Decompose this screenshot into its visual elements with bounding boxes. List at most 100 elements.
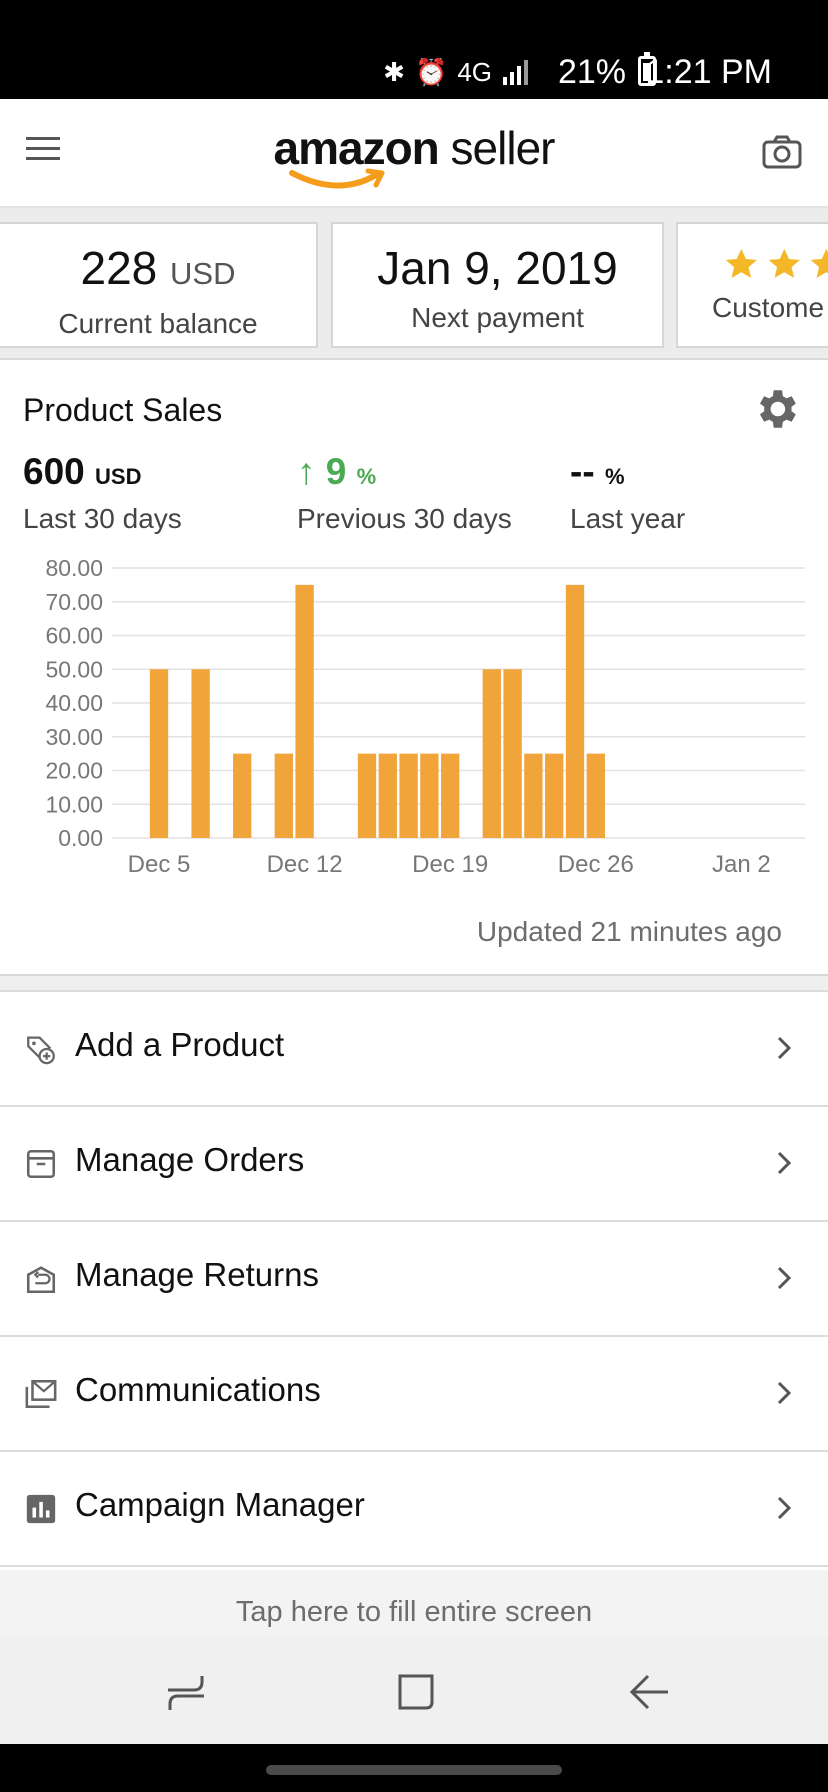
metric-last-30-days: 600 USD Last 30 days: [23, 450, 182, 535]
balance-unit: USD: [170, 256, 236, 291]
x-tick-label: Dec 5: [128, 851, 191, 872]
menu-item-manage-returns[interactable]: Manage Returns: [0, 1222, 828, 1337]
chevron-right-icon: [777, 1036, 792, 1060]
bar-chart-icon: [26, 1494, 56, 1524]
system-nav-bar: [0, 1636, 828, 1744]
y-tick-label: 0.00: [58, 825, 103, 851]
home-button-icon[interactable]: [396, 1672, 436, 1712]
y-tick-label: 20.00: [45, 758, 103, 784]
chart-bar: [565, 584, 585, 838]
app-header: amazon seller: [0, 99, 828, 208]
updated-timestamp: Updated 21 minutes ago: [476, 916, 782, 947]
chart-bar: [191, 669, 210, 838]
logo-smile-icon: [289, 168, 385, 189]
menu-item-label: Manage Returns: [75, 1256, 319, 1293]
y-tick-label: 30.00: [45, 724, 103, 750]
y-tick-label: 70.00: [45, 589, 103, 615]
camera-icon[interactable]: [762, 135, 802, 169]
sales-bar-chart: 80.00 70.00 60.00 50.00 40.00 30.00 20.00 10.00…: [45, 555, 805, 872]
metric-label: Last 30 days: [23, 503, 182, 534]
y-tick-label: 80.00: [45, 555, 103, 581]
x-tick-label: Dec 26: [558, 851, 634, 872]
metric-unit: USD: [95, 464, 142, 489]
product-sales-title: Product Sales: [23, 392, 223, 428]
network-type: 4G: [457, 57, 492, 87]
balance-label: Current balance: [58, 308, 258, 339]
x-tick-label: Dec 19: [412, 851, 488, 872]
next-payment-card[interactable]: Jan 9, 2019 Next payment: [331, 222, 664, 348]
chart-bar: [399, 753, 418, 838]
box-icon: [26, 1149, 56, 1179]
x-tick-label: Jan 2: [712, 851, 771, 872]
metric-label: Previous 30 days: [297, 503, 512, 534]
next-payment-value: Jan 9, 2019: [377, 242, 618, 294]
menu-item-add-product[interactable]: Add a Product: [0, 992, 828, 1107]
amazon-seller-logo: amazon seller: [0, 121, 828, 175]
balance-card[interactable]: 228 USD Current balance: [0, 222, 318, 348]
chart-bar: [420, 753, 439, 838]
metric-unit: %: [604, 464, 625, 489]
chart-bar: [482, 669, 501, 838]
chevron-right-icon: [777, 1496, 792, 1520]
back-icon[interactable]: [628, 1672, 670, 1712]
chart-bar: [357, 753, 377, 838]
chart-bar: [503, 669, 522, 838]
chevron-right-icon: [777, 1381, 792, 1405]
gear-icon[interactable]: [751, 384, 801, 434]
metric-previous-30-days: ↑ 9 % Previous 30 days: [297, 450, 512, 535]
chart-bar: [586, 753, 605, 838]
metric-label: Last year: [570, 503, 686, 534]
rating-stars: [678, 244, 828, 284]
menu-item-campaign-manager[interactable]: Campaign Manager: [0, 1452, 828, 1567]
menu-list: Add a Product Manage Orders Manage Retur…: [0, 992, 828, 1567]
chart-bar: [441, 753, 460, 838]
metric-value: --: [570, 451, 595, 492]
battery-percent: 21%: [557, 53, 626, 91]
y-tick-label: 60.00: [45, 623, 103, 649]
status-icons: ✱ ⏰ 4G: [383, 52, 528, 92]
home-indicator[interactable]: [266, 1765, 562, 1775]
y-tick-label: 50.00: [45, 656, 103, 682]
menu-item-label: Manage Orders: [75, 1141, 305, 1178]
x-tick-label: Dec 12: [267, 851, 343, 872]
metric-last-year: -- % Last year: [570, 450, 685, 535]
customer-rating-label: Custome: [712, 292, 825, 323]
metric-value: 9: [325, 451, 347, 492]
chevron-right-icon: [777, 1266, 792, 1290]
signal-icon: [503, 60, 528, 85]
y-tick-label: 40.00: [45, 690, 103, 716]
menu-item-label: Communications: [75, 1371, 321, 1408]
gesture-bar: [0, 1744, 828, 1792]
menu-item-label: Campaign Manager: [75, 1486, 365, 1523]
mail-stack-icon: [25, 1379, 57, 1409]
chart-bar: [274, 753, 293, 838]
metric-unit: %: [356, 464, 377, 489]
chevron-right-icon: [777, 1151, 792, 1175]
summary-cards: 228 USD Current balance Jan 9, 2019 Next…: [0, 208, 828, 360]
chart-bar: [149, 669, 169, 838]
menu-item-communications[interactable]: Communications: [0, 1337, 828, 1452]
star-icon: [811, 248, 828, 278]
menu-item-manage-orders[interactable]: Manage Orders: [0, 1107, 828, 1222]
up-arrow-icon: ↑: [297, 451, 316, 492]
bluetooth-icon: ✱: [383, 57, 405, 87]
y-tick-label: 10.00: [45, 791, 103, 817]
tag-plus-icon: [27, 1036, 55, 1065]
chart-bar: [233, 753, 252, 838]
return-box-icon: [26, 1266, 56, 1294]
section-divider: [0, 976, 828, 992]
chart-bar: [545, 753, 564, 838]
next-payment-label: Next payment: [411, 302, 584, 333]
customer-rating-card[interactable]: Custome: [676, 222, 828, 348]
chart-bar: [524, 753, 543, 838]
star-icon: [725, 248, 757, 278]
chart-bar: [378, 753, 397, 838]
balance-value: 228: [80, 242, 158, 294]
recent-apps-icon[interactable]: [164, 1672, 208, 1712]
status-bar: ✱ ⏰ 4G 21% 1:21 PM: [0, 0, 828, 99]
alarm-icon: ⏰: [414, 57, 448, 87]
logo-word-seller: seller: [438, 122, 556, 174]
fill-screen-banner[interactable]: Tap here to fill entire screen: [0, 1570, 828, 1636]
metric-value: 600: [23, 451, 85, 492]
chart-bar: [295, 584, 314, 838]
